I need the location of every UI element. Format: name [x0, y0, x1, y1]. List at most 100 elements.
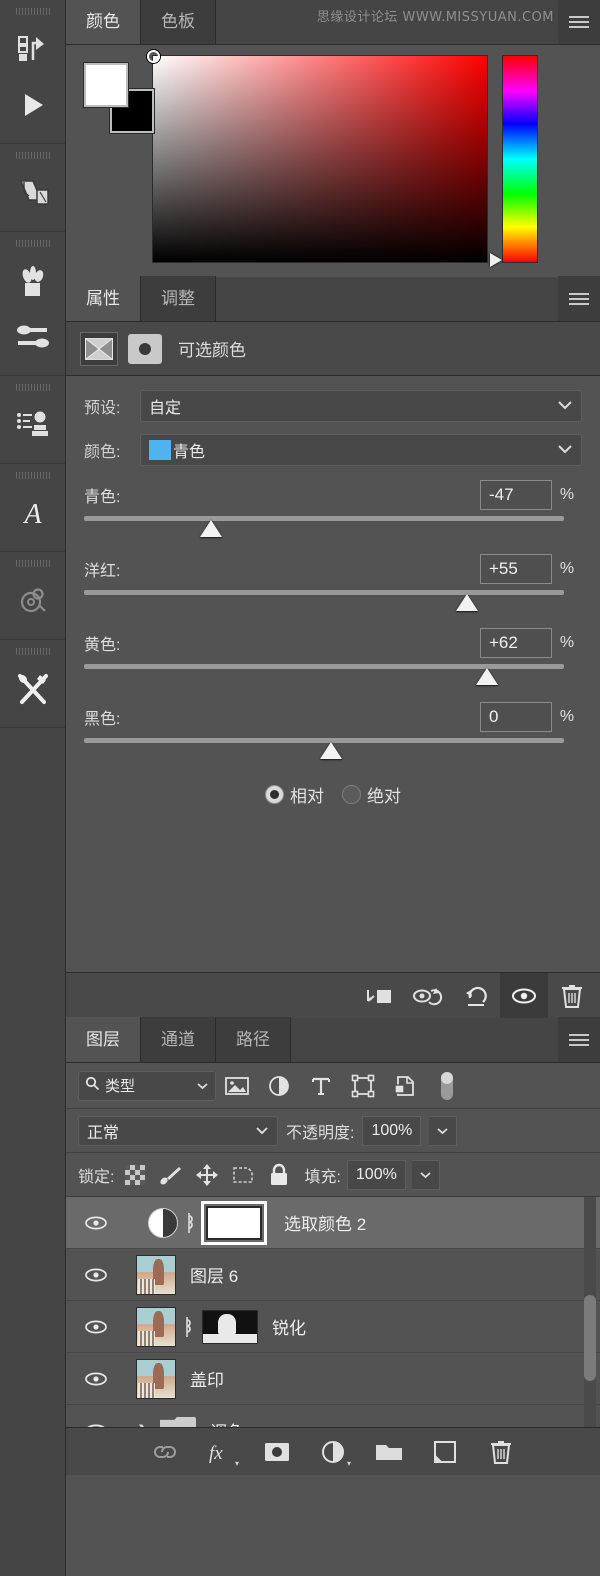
- play-icon[interactable]: [0, 77, 66, 133]
- paths-3d-icon[interactable]: [0, 573, 66, 629]
- link-mask-icon[interactable]: [178, 1211, 200, 1235]
- blend-mode-select[interactable]: 正常: [78, 1115, 278, 1146]
- tab-channels[interactable]: 通道: [141, 1017, 216, 1062]
- color-gradient-field[interactable]: [147, 50, 488, 263]
- link-layers-button[interactable]: [150, 1437, 180, 1467]
- lock-position-icon[interactable]: [192, 1160, 222, 1190]
- slider-cyan-thumb[interactable]: [199, 520, 222, 537]
- slider-magenta-thumb[interactable]: [456, 594, 479, 611]
- fill-stepper[interactable]: [411, 1159, 440, 1190]
- snapshot-icon[interactable]: [0, 165, 66, 221]
- dock-grip[interactable]: [15, 240, 50, 247]
- layer-visibility-toggle[interactable]: [70, 1371, 122, 1387]
- layer-visibility-toggle[interactable]: [70, 1423, 122, 1427]
- table-row[interactable]: ❯ 调色: [66, 1405, 600, 1427]
- layer-visibility-toggle[interactable]: [70, 1319, 122, 1335]
- dock-grip[interactable]: [15, 560, 50, 567]
- dock-grip[interactable]: [15, 8, 50, 15]
- filter-pixel-icon[interactable]: [216, 1063, 258, 1109]
- preset-select[interactable]: 自定: [140, 390, 582, 422]
- adjustment-layer-thumbnail[interactable]: [148, 1207, 178, 1238]
- radio-absolute-dot[interactable]: [342, 785, 361, 804]
- radio-absolute[interactable]: 绝对: [342, 782, 401, 807]
- dock-grip[interactable]: [15, 472, 50, 479]
- foreground-color-swatch[interactable]: [83, 62, 129, 108]
- tab-paths[interactable]: 路径: [216, 1017, 291, 1062]
- new-layer-button[interactable]: [430, 1437, 460, 1467]
- layer-thumbnail[interactable]: [136, 1358, 176, 1399]
- delete-layer-button[interactable]: [486, 1437, 516, 1467]
- clip-to-layer-button[interactable]: [356, 973, 404, 1019]
- layer-list-scroll-thumb[interactable]: [584, 1295, 596, 1381]
- chevron-right-icon[interactable]: ❯: [132, 1422, 154, 1428]
- radio-relative-dot[interactable]: [265, 785, 284, 804]
- link-mask-icon[interactable]: [176, 1315, 198, 1339]
- delete-adjustment-button[interactable]: [548, 973, 596, 1019]
- slider-cyan-value[interactable]: -47: [480, 480, 552, 510]
- lock-all-icon[interactable]: [264, 1160, 294, 1190]
- filter-toggle-switch[interactable]: [426, 1063, 468, 1109]
- slider-black-thumb[interactable]: [319, 742, 342, 759]
- color-field-cursor[interactable]: [147, 50, 160, 63]
- hue-strip[interactable]: [490, 55, 538, 267]
- layer-mask-thumbnail-icon[interactable]: [128, 333, 162, 364]
- layer-mask-thumbnail[interactable]: [201, 1200, 267, 1245]
- reset-adjustment-button[interactable]: [452, 973, 500, 1019]
- radio-relative[interactable]: 相对: [265, 782, 324, 807]
- layer-kind-filter-select[interactable]: 类型: [78, 1070, 216, 1101]
- lock-image-pixels-icon[interactable]: [156, 1160, 186, 1190]
- layer-list[interactable]: 选取颜色 2 图层 6 锐化 盖印: [66, 1197, 600, 1427]
- fill-value[interactable]: 100%: [346, 1159, 406, 1190]
- tab-properties[interactable]: 属性: [66, 276, 141, 321]
- table-row[interactable]: 选取颜色 2: [66, 1197, 600, 1249]
- dock-grip[interactable]: [15, 384, 50, 391]
- history-actions-icon[interactable]: [0, 21, 66, 77]
- opacity-value[interactable]: 100%: [362, 1115, 422, 1146]
- hamburger-menu-icon[interactable]: [558, 276, 600, 321]
- filter-smart-object-icon[interactable]: [384, 1063, 426, 1109]
- dock-grip[interactable]: [15, 648, 50, 655]
- preview-eye-button[interactable]: [500, 972, 548, 1019]
- layer-visibility-toggle[interactable]: [70, 1215, 122, 1231]
- layer-visibility-toggle[interactable]: [70, 1267, 122, 1283]
- colors-select[interactable]: 青色: [140, 434, 582, 466]
- slider-yellow-thumb[interactable]: [476, 668, 499, 685]
- slider-black-value[interactable]: 0: [480, 702, 552, 732]
- filter-type-icon[interactable]: [300, 1063, 342, 1109]
- hue-marker[interactable]: [490, 253, 502, 267]
- filter-adjustment-icon[interactable]: [258, 1063, 300, 1109]
- new-adjustment-layer-button[interactable]: ▾: [318, 1437, 351, 1468]
- brushes-icon[interactable]: [0, 253, 66, 309]
- slider-yellow-value[interactable]: +62: [480, 628, 552, 658]
- chevron-down-icon: [557, 441, 573, 459]
- lock-transparent-pixels-icon[interactable]: [120, 1160, 150, 1190]
- new-group-button[interactable]: [374, 1437, 404, 1467]
- toggle-layer-visibility-button[interactable]: [404, 973, 452, 1019]
- clone-source-icon[interactable]: [0, 397, 66, 453]
- character-icon[interactable]: A: [0, 485, 66, 541]
- tab-color[interactable]: 颜色: [66, 0, 141, 44]
- table-row[interactable]: 盖印: [66, 1353, 600, 1405]
- table-row[interactable]: 锐化: [66, 1301, 600, 1353]
- table-row[interactable]: 图层 6: [66, 1249, 600, 1301]
- dock-grip[interactable]: [15, 152, 50, 159]
- layer-style-fx-button[interactable]: fx ▾: [206, 1437, 239, 1468]
- tab-adjustments[interactable]: 调整: [141, 276, 216, 321]
- filter-shape-icon[interactable]: [342, 1063, 384, 1109]
- add-layer-mask-button[interactable]: [262, 1437, 292, 1467]
- slider-cyan-track[interactable]: [84, 516, 564, 521]
- slider-magenta-track[interactable]: [84, 590, 564, 595]
- hamburger-menu-icon[interactable]: [558, 1017, 600, 1062]
- hamburger-menu-icon[interactable]: [558, 0, 600, 44]
- opacity-stepper[interactable]: [429, 1115, 458, 1146]
- tab-layers[interactable]: 图层: [66, 1017, 141, 1062]
- tool-presets-icon[interactable]: [0, 661, 66, 717]
- group-folder-icon[interactable]: [160, 1416, 196, 1427]
- brush-settings-icon[interactable]: [0, 309, 66, 365]
- slider-magenta-value[interactable]: +55: [480, 554, 552, 584]
- tab-swatches[interactable]: 色板: [141, 0, 216, 44]
- layer-mask-thumbnail[interactable]: [202, 1309, 258, 1344]
- lock-artboard-nesting-icon[interactable]: [228, 1160, 258, 1190]
- layer-thumbnail[interactable]: [136, 1306, 176, 1347]
- layer-thumbnail[interactable]: [136, 1254, 176, 1295]
